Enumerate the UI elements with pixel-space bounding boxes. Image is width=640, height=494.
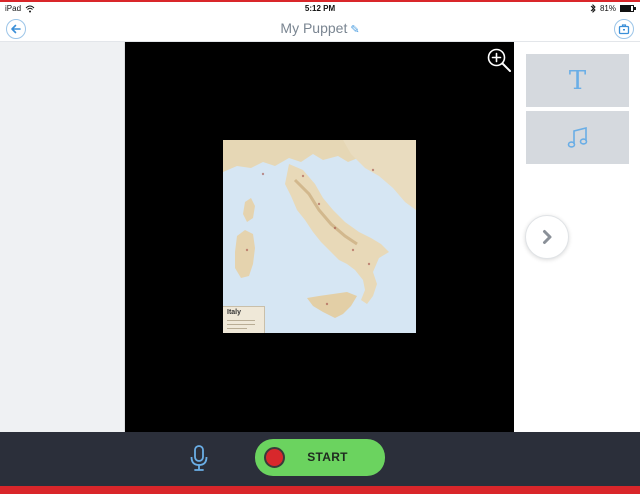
page-title[interactable]: My Puppet ✎ bbox=[0, 20, 640, 36]
puppet-stage[interactable]: Italy bbox=[125, 42, 514, 432]
music-note-icon bbox=[567, 126, 587, 148]
text-icon: T bbox=[568, 65, 587, 96]
battery-fill bbox=[621, 6, 631, 11]
pencil-icon: ✎ bbox=[350, 24, 360, 36]
status-bar: iPad 5:12 PM 81% bbox=[0, 2, 640, 16]
chevron-right-icon bbox=[543, 230, 552, 244]
start-label: START bbox=[307, 450, 348, 464]
battery-percent: 81% bbox=[599, 4, 616, 13]
map-legend-line bbox=[227, 328, 247, 329]
left-panel bbox=[0, 42, 125, 432]
next-button[interactable] bbox=[525, 215, 569, 259]
zoom-in-icon bbox=[487, 48, 511, 72]
bottom-red-frame bbox=[0, 486, 640, 494]
status-right: 81% bbox=[590, 4, 636, 13]
map-legend-box: Italy bbox=[223, 306, 265, 333]
map-legend-title: Italy bbox=[227, 309, 242, 316]
microphone-button[interactable] bbox=[188, 444, 210, 472]
bluetooth-icon bbox=[590, 4, 596, 13]
add-text-button[interactable]: T bbox=[526, 54, 629, 107]
italy-map-image[interactable]: Italy bbox=[223, 140, 416, 333]
microphone-icon bbox=[190, 445, 208, 471]
share-button[interactable] bbox=[614, 19, 634, 39]
briefcase-icon bbox=[618, 24, 630, 35]
right-panel: T bbox=[514, 42, 640, 432]
status-time: 5:12 PM bbox=[304, 4, 336, 13]
start-recording-button[interactable]: START bbox=[255, 439, 385, 476]
italy-map-graphic bbox=[223, 140, 416, 333]
add-music-button[interactable] bbox=[526, 111, 629, 164]
bottom-toolbar: START bbox=[0, 432, 640, 486]
map-legend-line bbox=[227, 324, 255, 325]
battery-icon bbox=[620, 5, 636, 12]
page-title-text: My Puppet bbox=[280, 20, 348, 36]
map-legend-line bbox=[227, 320, 255, 321]
navigation-bar: My Puppet ✎ bbox=[0, 16, 640, 42]
zoom-in-button[interactable] bbox=[485, 46, 513, 74]
